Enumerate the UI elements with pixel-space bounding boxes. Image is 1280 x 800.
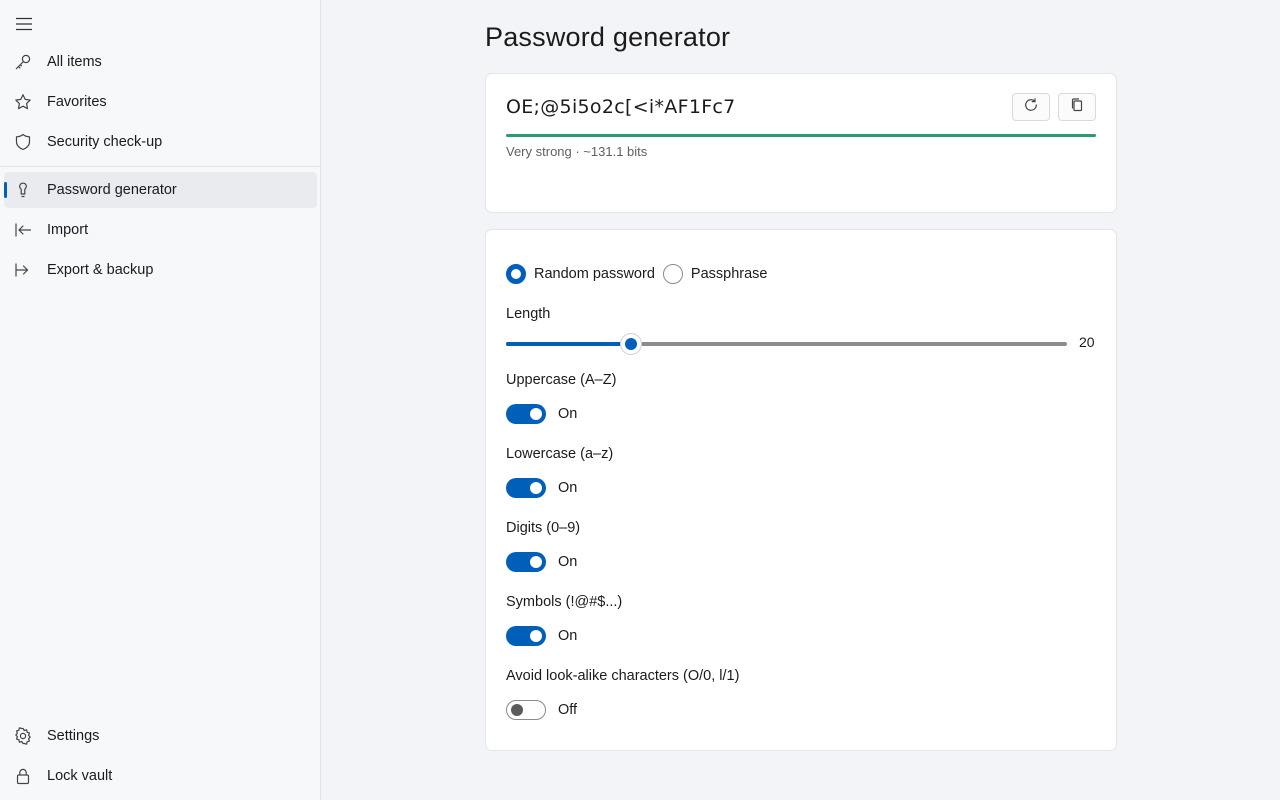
- avoid-lookalike-label: Avoid look-alike characters (O/0, l/1): [506, 668, 740, 684]
- sidebar-item-label: Security check-up: [47, 134, 163, 150]
- toggle-state: Off: [558, 702, 578, 718]
- toggle-switch[interactable]: [506, 552, 546, 572]
- strength-meter-fill: [506, 134, 1096, 137]
- export-arrow-icon: [14, 261, 32, 279]
- generated-password-card: OE;@5i5o2c[<i*AF1Fc7 Very strong · ~131.…: [485, 73, 1117, 213]
- slider-fill: [506, 342, 631, 346]
- generated-password[interactable]: OE;@5i5o2c[<i*AF1Fc7: [506, 96, 736, 118]
- generator-icon: [14, 181, 32, 199]
- sidebar-item-label: Import: [47, 222, 89, 238]
- digits-toggle[interactable]: On: [506, 552, 577, 572]
- shield-icon: [14, 133, 32, 151]
- digits-label: Digits (0–9): [506, 520, 581, 536]
- symbols-toggle[interactable]: On: [506, 626, 577, 646]
- page-title: Password generator: [485, 22, 731, 52]
- sidebar-item-label: Password generator: [47, 182, 177, 198]
- generator-options-card: Random password Passphrase Length 20 Upp…: [485, 229, 1117, 751]
- mode-random-label: Random password: [534, 266, 655, 282]
- regenerate-button[interactable]: [1012, 93, 1050, 121]
- lowercase-toggle[interactable]: On: [506, 478, 577, 498]
- copy-icon: [1069, 97, 1085, 118]
- toggle-state: On: [558, 480, 578, 496]
- toggle-switch[interactable]: [506, 478, 546, 498]
- toggle-state: On: [558, 406, 578, 422]
- sidebar-item-security-check-up[interactable]: Security check-up: [4, 124, 317, 160]
- copy-button[interactable]: [1058, 93, 1096, 121]
- sidebar-divider: [0, 166, 320, 167]
- toggle-switch[interactable]: [506, 626, 546, 646]
- lock-icon: [14, 767, 32, 785]
- mode-passphrase-label: Passphrase: [690, 266, 768, 282]
- sidebar-item-export-backup[interactable]: Export & backup: [4, 252, 317, 288]
- sidebar-item-label: Lock vault: [47, 768, 113, 784]
- sidebar-item-label: Favorites: [47, 94, 107, 110]
- sidebar-item-settings[interactable]: Settings: [4, 718, 317, 754]
- slider-thumb[interactable]: [620, 334, 641, 354]
- import-arrow-icon: [14, 221, 32, 239]
- sidebar-item-lock-vault[interactable]: Lock vault: [4, 758, 317, 794]
- sidebar-item-password-generator[interactable]: Password generator: [4, 172, 317, 208]
- mode-selector: Random password Passphrase: [506, 264, 775, 284]
- sidebar-item-favorites[interactable]: Favorites: [4, 84, 317, 120]
- length-value: 20: [1079, 334, 1095, 350]
- strength-text: Very strong · ~131.1 bits: [506, 144, 648, 159]
- sidebar-item-label: All items: [47, 54, 102, 70]
- gear-icon: [14, 727, 32, 745]
- toggle-switch[interactable]: [506, 404, 546, 424]
- mode-random-radio[interactable]: Random password: [506, 264, 655, 284]
- uppercase-toggle[interactable]: On: [506, 404, 577, 424]
- radio-indicator: [506, 264, 526, 284]
- sidebar-item-all-items[interactable]: All items: [4, 44, 317, 80]
- sidebar-item-import[interactable]: Import: [4, 212, 317, 248]
- radio-indicator: [662, 264, 683, 284]
- sidebar-item-label: Export & backup: [47, 262, 154, 278]
- strength-meter: [506, 134, 1096, 137]
- hamburger-icon[interactable]: [12, 12, 36, 36]
- avoid-lookalike-toggle[interactable]: Off: [506, 700, 577, 720]
- refresh-icon: [1023, 97, 1039, 118]
- star-icon: [14, 93, 32, 111]
- toggle-state: On: [558, 628, 578, 644]
- mode-passphrase-radio[interactable]: Passphrase: [662, 264, 768, 284]
- sidebar-item-label: Settings: [47, 728, 100, 744]
- toggle-state: On: [558, 554, 578, 570]
- lowercase-label: Lowercase (a–z): [506, 446, 614, 462]
- length-slider[interactable]: [506, 334, 1067, 354]
- key-icon: [14, 53, 32, 71]
- length-label: Length: [506, 306, 551, 322]
- symbols-label: Symbols (!@#$...): [506, 594, 623, 610]
- toggle-switch[interactable]: [506, 700, 546, 720]
- sidebar: All items Favorites Security check-up Pa…: [0, 0, 321, 800]
- uppercase-label: Uppercase (A–Z): [506, 372, 617, 388]
